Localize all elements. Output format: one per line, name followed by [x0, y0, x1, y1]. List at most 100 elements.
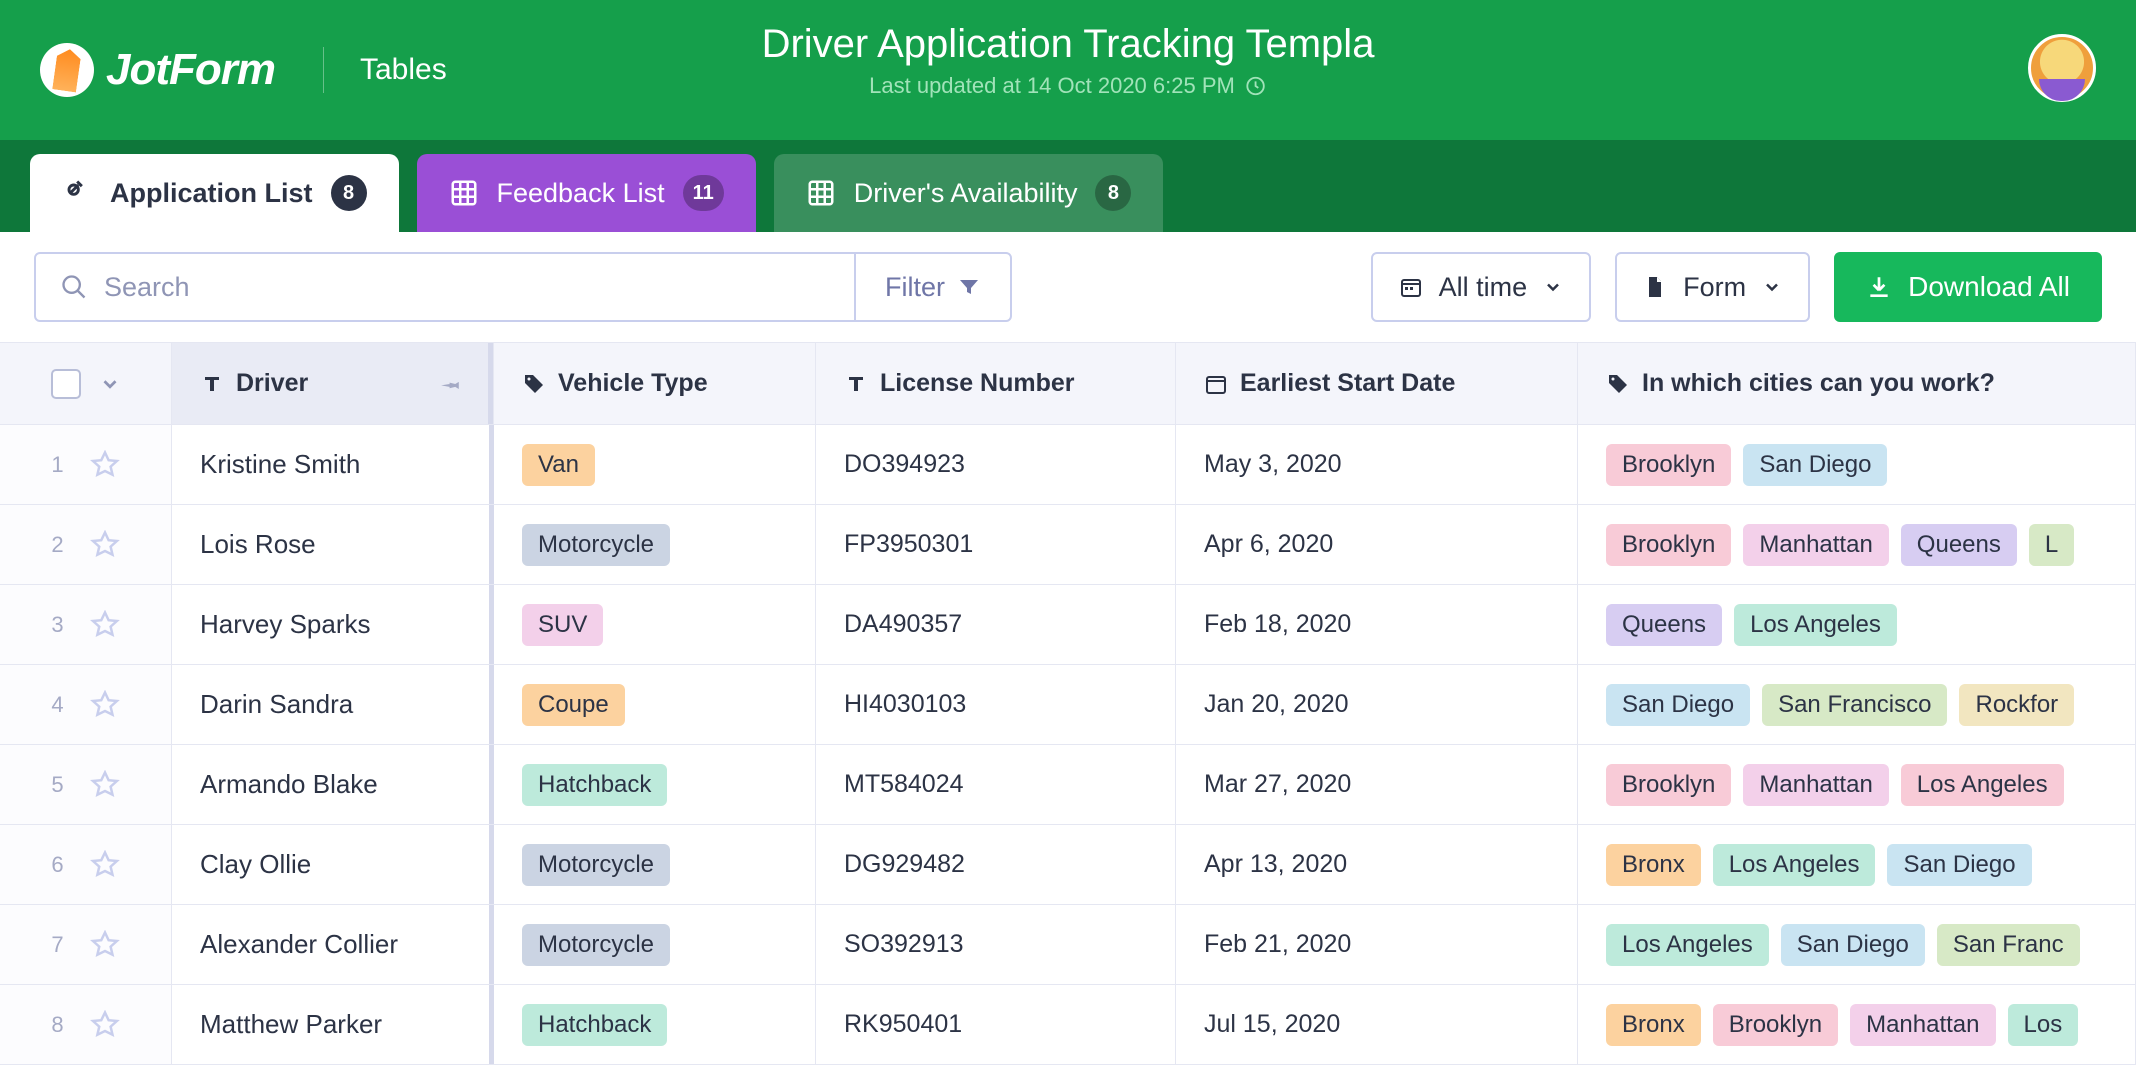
- cell-date[interactable]: May 3, 2020: [1176, 425, 1578, 504]
- cell-driver[interactable]: Lois Rose: [172, 505, 494, 584]
- cell-license[interactable]: DO394923: [816, 425, 1176, 504]
- cell-vehicle[interactable]: Van: [494, 425, 816, 504]
- avatar[interactable]: [2028, 34, 2096, 102]
- city-tag[interactable]: Queens: [1901, 524, 2017, 566]
- city-tag[interactable]: Los Angeles: [1606, 924, 1769, 966]
- cell-date[interactable]: Mar 27, 2020: [1176, 745, 1578, 824]
- star-icon[interactable]: [90, 1010, 120, 1040]
- cell-date[interactable]: Feb 18, 2020: [1176, 585, 1578, 664]
- cell-cities[interactable]: BrooklynManhattanLos Angeles: [1578, 745, 2136, 824]
- vehicle-tag[interactable]: Hatchback: [522, 1004, 667, 1046]
- cell-driver[interactable]: Alexander Collier: [172, 905, 494, 984]
- city-tag[interactable]: Los: [2008, 1004, 2079, 1046]
- search-box[interactable]: [36, 254, 856, 320]
- city-tag[interactable]: San Francisco: [1762, 684, 1947, 726]
- table-row[interactable]: 2Lois RoseMotorcycleFP3950301Apr 6, 2020…: [0, 505, 2136, 585]
- cell-license[interactable]: FP3950301: [816, 505, 1176, 584]
- city-tag[interactable]: San Diego: [1887, 844, 2031, 886]
- filter-button[interactable]: Filter: [856, 254, 1010, 320]
- cell-driver[interactable]: Harvey Sparks: [172, 585, 494, 664]
- cell-vehicle[interactable]: Coupe: [494, 665, 816, 744]
- cell-driver[interactable]: Kristine Smith: [172, 425, 494, 504]
- city-tag[interactable]: San Diego: [1606, 684, 1750, 726]
- star-icon[interactable]: [90, 450, 120, 480]
- city-tag[interactable]: Brooklyn: [1606, 524, 1731, 566]
- table-row[interactable]: 3Harvey SparksSUVDA490357Feb 18, 2020Que…: [0, 585, 2136, 665]
- cell-driver[interactable]: Armando Blake: [172, 745, 494, 824]
- city-tag[interactable]: Brooklyn: [1713, 1004, 1838, 1046]
- pin-icon[interactable]: [439, 372, 463, 396]
- vehicle-tag[interactable]: Motorcycle: [522, 844, 670, 886]
- city-tag[interactable]: Brooklyn: [1606, 764, 1731, 806]
- column-header-date[interactable]: Earliest Start Date: [1176, 343, 1578, 424]
- star-icon[interactable]: [90, 690, 120, 720]
- city-tag[interactable]: Bronx: [1606, 844, 1701, 886]
- download-all-button[interactable]: Download All: [1834, 252, 2102, 322]
- city-tag[interactable]: Queens: [1606, 604, 1722, 646]
- cell-cities[interactable]: Bronx Brooklyn Manhattan Los: [1578, 985, 2136, 1064]
- vehicle-tag[interactable]: Van: [522, 444, 595, 486]
- star-icon[interactable]: [90, 530, 120, 560]
- cell-license[interactable]: MT584024: [816, 745, 1176, 824]
- cell-license[interactable]: RK950401: [816, 985, 1176, 1064]
- table-row[interactable]: 1Kristine SmithVanDO394923May 3, 2020Bro…: [0, 425, 2136, 505]
- cell-date[interactable]: Jan 20, 2020: [1176, 665, 1578, 744]
- form-button[interactable]: Form: [1615, 252, 1810, 322]
- column-header-vehicle[interactable]: Vehicle Type: [494, 343, 816, 424]
- search-input[interactable]: [104, 272, 830, 303]
- cell-date[interactable]: Apr 6, 2020: [1176, 505, 1578, 584]
- tab-feedback-list[interactable]: Feedback List11: [417, 154, 756, 232]
- cell-driver[interactable]: Clay Ollie: [172, 825, 494, 904]
- city-tag[interactable]: San Diego: [1743, 444, 1887, 486]
- city-tag[interactable]: Manhattan: [1743, 524, 1888, 566]
- page-title[interactable]: Driver Application Tracking Templa: [762, 22, 1375, 67]
- city-tag[interactable]: Los Angeles: [1713, 844, 1876, 886]
- cell-license[interactable]: HI4030103: [816, 665, 1176, 744]
- time-filter-button[interactable]: All time: [1371, 252, 1592, 322]
- vehicle-tag[interactable]: Motorcycle: [522, 924, 670, 966]
- star-icon[interactable]: [90, 930, 120, 960]
- select-all-checkbox[interactable]: [51, 369, 81, 399]
- city-tag[interactable]: Los Angeles: [1734, 604, 1897, 646]
- history-icon[interactable]: [1245, 75, 1267, 97]
- city-tag[interactable]: Manhattan: [1850, 1004, 1995, 1046]
- vehicle-tag[interactable]: SUV: [522, 604, 603, 646]
- cell-license[interactable]: DG929482: [816, 825, 1176, 904]
- city-tag[interactable]: L: [2029, 524, 2074, 566]
- table-row[interactable]: 4Darin SandraCoupeHI4030103Jan 20, 2020S…: [0, 665, 2136, 745]
- cell-license[interactable]: SO392913: [816, 905, 1176, 984]
- cell-vehicle[interactable]: Hatchback: [494, 985, 816, 1064]
- cell-driver[interactable]: Darin Sandra: [172, 665, 494, 744]
- cell-date[interactable]: Jul 15, 2020: [1176, 985, 1578, 1064]
- city-tag[interactable]: Brooklyn: [1606, 444, 1731, 486]
- table-row[interactable]: 7Alexander CollierMotorcycleSO392913Feb …: [0, 905, 2136, 985]
- cell-date[interactable]: Apr 13, 2020: [1176, 825, 1578, 904]
- cell-cities[interactable]: San Diego San Francisco Rockfor: [1578, 665, 2136, 744]
- vehicle-tag[interactable]: Motorcycle: [522, 524, 670, 566]
- cell-vehicle[interactable]: Hatchback: [494, 745, 816, 824]
- tab-application-list[interactable]: Application List8: [30, 154, 399, 232]
- column-header-cities[interactable]: In which cities can you work?: [1578, 343, 2136, 424]
- cell-cities[interactable]: Bronx Los Angeles San Diego: [1578, 825, 2136, 904]
- cell-vehicle[interactable]: Motorcycle: [494, 825, 816, 904]
- city-tag[interactable]: Bronx: [1606, 1004, 1701, 1046]
- city-tag[interactable]: San Diego: [1781, 924, 1925, 966]
- cell-vehicle[interactable]: Motorcycle: [494, 905, 816, 984]
- cell-vehicle[interactable]: Motorcycle: [494, 505, 816, 584]
- cell-date[interactable]: Feb 21, 2020: [1176, 905, 1578, 984]
- tab-driver-s-availability[interactable]: Driver's Availability8: [774, 154, 1164, 232]
- chevron-down-icon[interactable]: [99, 373, 121, 395]
- city-tag[interactable]: Rockfor: [1959, 684, 2074, 726]
- column-header-driver[interactable]: Driver: [172, 343, 494, 424]
- cell-cities[interactable]: Brooklyn Manhattan Queens L: [1578, 505, 2136, 584]
- city-tag[interactable]: Manhattan: [1743, 764, 1888, 806]
- column-header-license[interactable]: License Number: [816, 343, 1176, 424]
- table-row[interactable]: 6Clay OllieMotorcycleDG929482Apr 13, 202…: [0, 825, 2136, 905]
- star-icon[interactable]: [90, 610, 120, 640]
- star-icon[interactable]: [90, 850, 120, 880]
- table-row[interactable]: 5Armando BlakeHatchbackMT584024Mar 27, 2…: [0, 745, 2136, 825]
- brand-logo[interactable]: JotForm Tables: [40, 43, 447, 97]
- vehicle-tag[interactable]: Hatchback: [522, 764, 667, 806]
- cell-cities[interactable]: Brooklyn San Diego: [1578, 425, 2136, 504]
- table-row[interactable]: 8Matthew ParkerHatchbackRK950401Jul 15, …: [0, 985, 2136, 1065]
